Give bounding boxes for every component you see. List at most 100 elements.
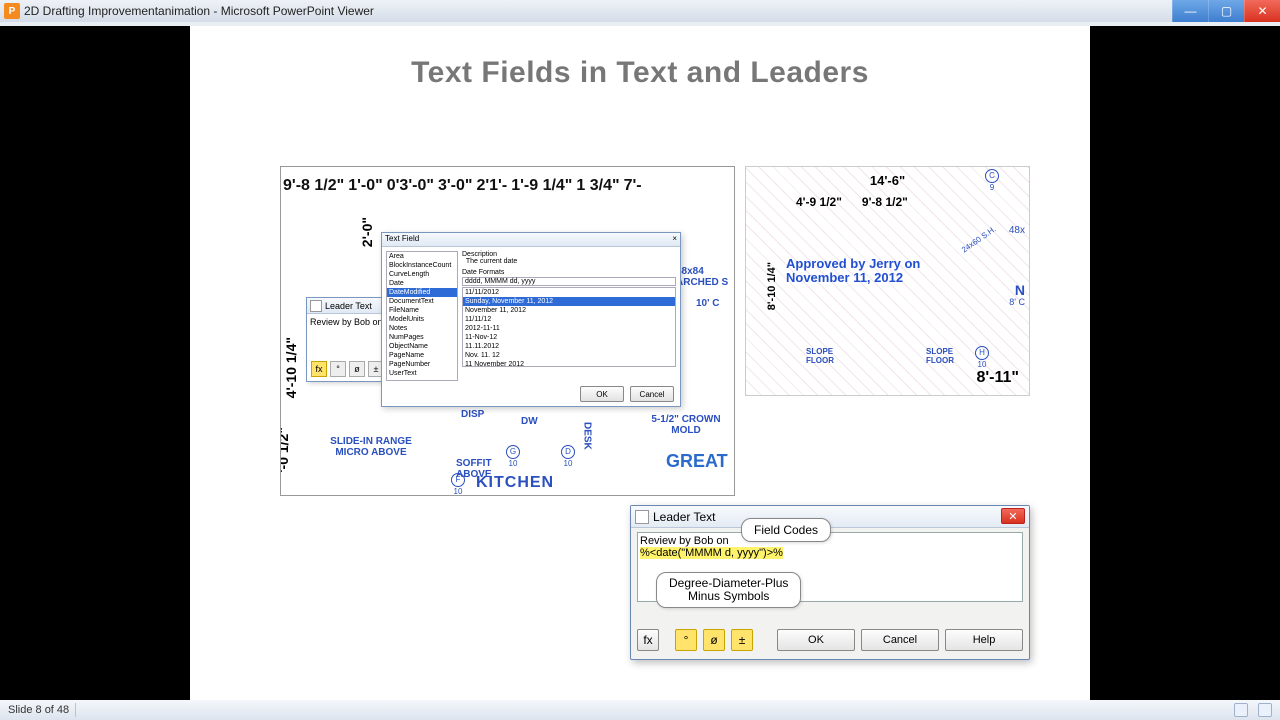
list-item[interactable]: November 11, 2012 [463,306,675,315]
close-icon[interactable]: × [672,234,677,245]
label-crown: 5-1/2" CROWNMOLD [641,415,731,436]
dialog-title: Leader Text [653,510,716,524]
dialog-toolbar: fx ° ø ± OK Cancel Help [637,629,1023,651]
list-item[interactable]: Area [387,252,457,261]
label-n: N [1015,282,1025,298]
dim-vert: 2'-0" [359,217,375,247]
dim: 0'3'-0" [385,177,436,195]
window-title: 2D Drafting Improvementanimation - Micro… [24,4,1172,18]
marker-circle: H [975,346,989,360]
description-label: Description [462,251,497,258]
label-arched: 48x84ARCHED S [676,267,728,288]
dialog-header[interactable]: Text Field × [382,233,680,247]
diameter-button[interactable]: ø [703,629,725,651]
list-item-selected[interactable]: DateModified [387,288,457,297]
close-button[interactable]: ✕ [1001,508,1025,524]
list-item[interactable]: Nov. 11. 12 [463,351,675,360]
list-item[interactable]: FileName [387,306,457,315]
list-item[interactable]: BlockInstanceCount [387,261,457,270]
list-item[interactable]: DocumentText [387,297,457,306]
slide-title: Text Fields in Text and Leaders [190,56,1090,90]
format-label: Date Formats [462,269,676,276]
marker-circle: D [561,445,575,459]
label-desk: DESK [581,422,592,450]
callout-symbols: Degree-Diameter-PlusMinus Symbols [656,572,801,608]
diameter-button[interactable]: ø [349,361,365,377]
ok-button[interactable]: OK [777,629,855,651]
list-item[interactable]: 11/11/2012 [463,288,675,297]
label-10c: 10' C [696,299,720,310]
list-item[interactable]: 11.11.2012 [463,342,675,351]
list-item[interactable]: UserText [387,369,457,378]
marker-num: 10 [564,459,573,468]
degree-button[interactable]: ° [330,361,346,377]
fx-button[interactable]: fx [311,361,327,377]
list-item[interactable]: 11 November 2012 [463,360,675,367]
dim: 14'-6" [870,173,905,188]
format-hint[interactable]: dddd, MMMM dd, yyyy [462,277,676,286]
help-button[interactable]: Help [945,629,1023,651]
slide: Text Fields in Text and Leaders 9'-8 1/2… [190,26,1090,700]
dialog-icon [310,300,322,312]
dim-row-top: 9'-8 1/2" 1'-0" 0'3'-0" 3'-0" 2'1'- 1'-9… [281,177,734,195]
dim-vert: 8'-10 1/4" [766,262,778,310]
statusbar-icon[interactable] [1234,703,1248,717]
list-item[interactable]: 2012-11-11 [463,324,675,333]
slide-counter: Slide 8 of 48 [8,704,69,716]
dim: 4'-9 1/2" [796,195,842,209]
label-kitchen: KITCHEN [476,475,554,492]
dialog-title: Leader Text [325,301,372,311]
dim: 1'-0" [346,177,385,195]
window-minimize-button[interactable]: — [1172,0,1208,22]
marker-num: 10 [509,459,518,468]
dim: 3'-0" [436,177,475,195]
label-dw: DW [521,417,538,428]
label-great: GREAT [666,452,728,471]
marker-circle: G [506,445,520,459]
dim: 8'-11" [976,369,1019,387]
list-item[interactable]: Notes [387,324,457,333]
leader-text-dialog-large: Leader Text ✕ Review by Bob on %<date("M… [630,505,1030,660]
list-item[interactable]: PageNumber [387,360,457,369]
floorplan-left: 9'-8 1/2" 1'-0" 0'3'-0" 3'-0" 2'1'- 1'-9… [280,166,735,496]
floorplan-right: . 14'-6" . 4'-9 1/2" 9'-8 1/2" Approved … [745,166,1030,396]
callout-field-codes: Field Codes [741,518,831,542]
label-8c: 8' C [1009,297,1025,307]
label-slope: SLOPEFLOOR [806,347,834,365]
label-slope: SLOPEFLOOR [926,347,954,365]
list-item[interactable]: ObjectName [387,342,457,351]
list-item[interactable]: 11/11/12 [463,315,675,324]
fx-button[interactable]: fx [637,629,659,651]
window-maximize-button[interactable]: ▢ [1208,0,1244,22]
list-item[interactable]: Date [387,279,457,288]
window-close-button[interactable]: ✕ [1244,0,1280,22]
list-item[interactable]: 11-Nov-12 [463,333,675,342]
dialog-icon [635,510,649,524]
cancel-button[interactable]: Cancel [630,386,674,402]
dim: 9'-8 1/2" [281,177,346,195]
cancel-button[interactable]: Cancel [861,629,939,651]
list-item-selected[interactable]: Sunday, November 11, 2012 [463,297,675,306]
marker-circle: F [451,473,465,487]
list-item[interactable]: NumPages [387,333,457,342]
approved-stamp: Approved by Jerry onNovember 11, 2012 [786,257,920,286]
list-item[interactable]: ModelUnits [387,315,457,324]
dialog-title: Text Field [385,234,419,245]
dim: 2'1'- [474,177,509,195]
label-slide-range: SLIDE-IN RANGEMICRO ABOVE [326,437,416,458]
ok-button[interactable]: OK [580,386,624,402]
statusbar-icon[interactable] [1258,703,1272,717]
dim: 9'-8 1/2" [862,195,908,209]
status-bar: Slide 8 of 48 [0,700,1280,720]
app-icon: P [4,3,20,19]
field-type-list[interactable]: Area BlockInstanceCount CurveLength Date… [386,251,458,381]
list-item[interactable]: PageName [387,351,457,360]
marker-num: 10 [454,487,463,496]
format-list[interactable]: 11/11/2012 Sunday, November 11, 2012 Nov… [462,287,676,367]
dim: 7'- [622,177,644,195]
list-item[interactable]: CurveLength [387,270,457,279]
plusminus-button[interactable]: ± [731,629,753,651]
degree-button[interactable]: ° [675,629,697,651]
dim-vert: 4'-10 1/4" [283,337,299,398]
dim-vert: '-0 1/2" [280,427,291,473]
